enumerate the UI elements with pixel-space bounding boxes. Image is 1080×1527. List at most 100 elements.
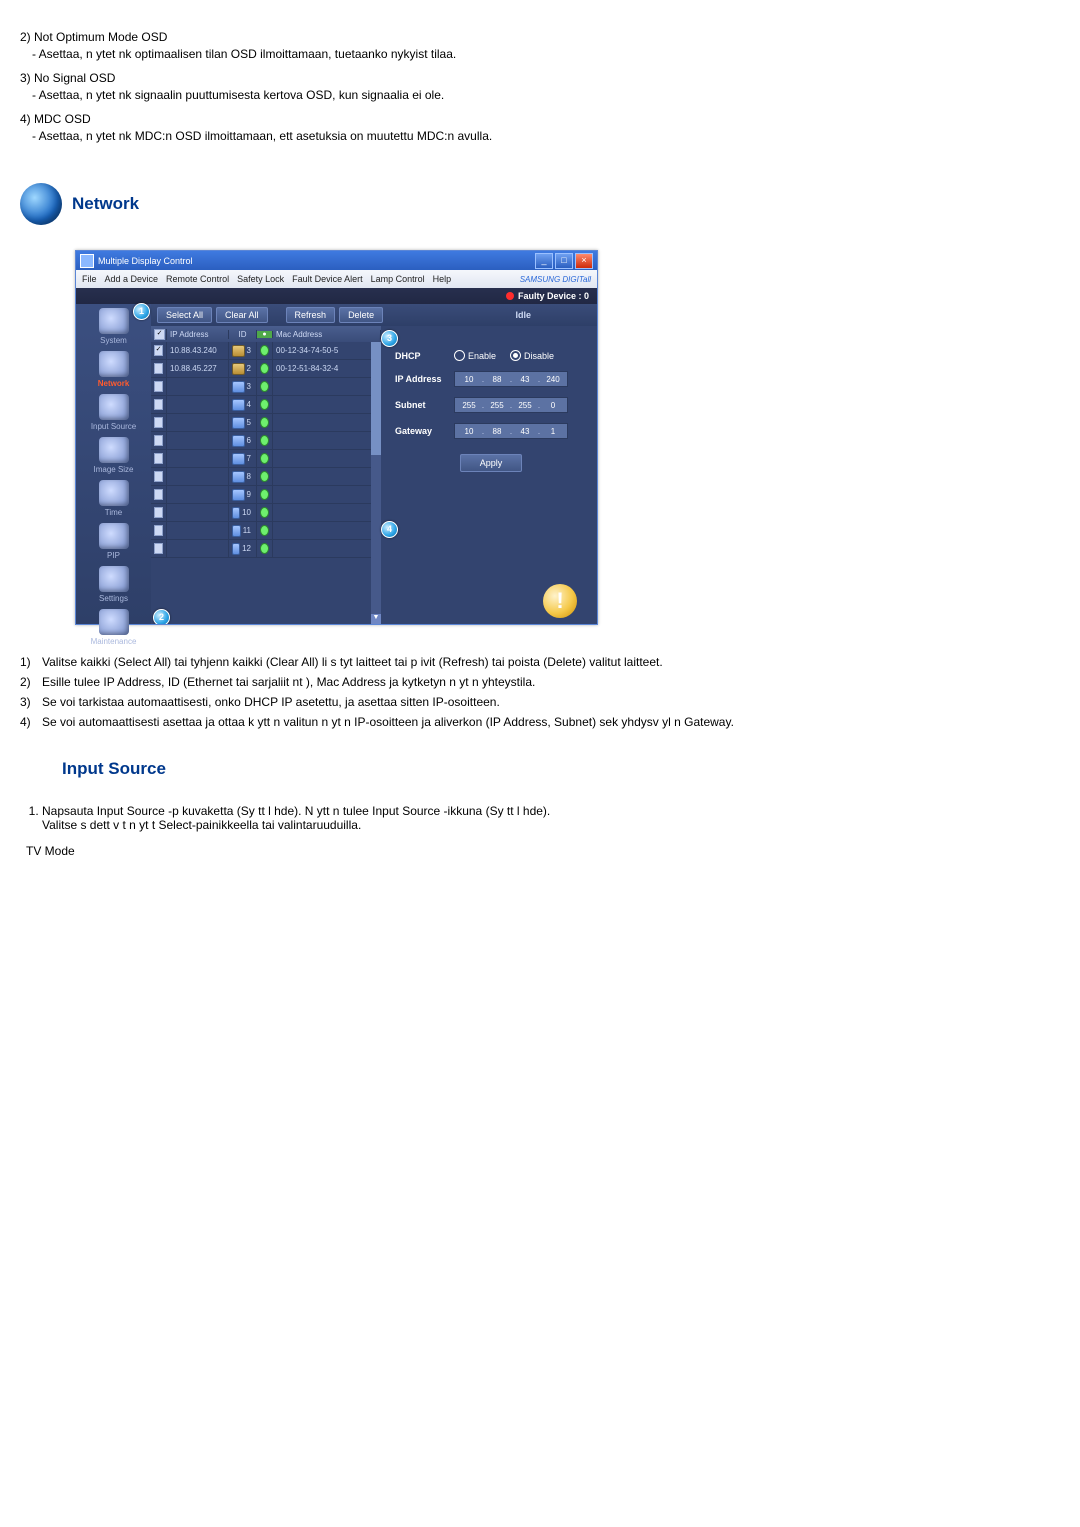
table-row[interactable]: 8 [151,468,381,486]
checkbox[interactable] [154,543,163,554]
doc-item-desc: - Asettaa, n ytet nk MDC:n OSD ilmoittam… [32,129,1060,143]
table-row[interactable]: 3 [151,378,381,396]
menu-item[interactable]: Lamp Control [371,274,425,284]
sidebar-item-time[interactable]: Time [80,480,148,517]
table-row[interactable]: 7 [151,450,381,468]
checkbox[interactable] [154,399,163,410]
select-all-button[interactable]: Select All [157,307,212,323]
row-id: 8 [229,468,257,485]
checkbox[interactable] [154,453,163,464]
checkbox[interactable] [154,345,163,356]
scroll-down-icon[interactable]: ▼ [371,614,381,624]
table-row[interactable]: 9 [151,486,381,504]
row-status [257,432,273,449]
ip-segment[interactable]: 255 [485,401,509,410]
row-check[interactable] [151,396,167,413]
menu-item[interactable]: Safety Lock [237,274,284,284]
row-check[interactable] [151,414,167,431]
gateway-input[interactable]: 10.88.43.1 [454,423,568,439]
ip-segment[interactable]: 10 [457,375,481,384]
ip-segment[interactable]: 43 [513,375,537,384]
row-check[interactable] [151,540,167,557]
clear-all-button[interactable]: Clear All [216,307,268,323]
ip-segment[interactable]: 255 [457,401,481,410]
status-dot-icon [260,507,269,518]
ip-segment[interactable]: 10 [457,427,481,436]
row-status [257,450,273,467]
header-checkbox[interactable] [154,329,165,340]
conn-icon [232,417,245,429]
ip-segment[interactable]: 43 [513,427,537,436]
info-icon: ! [543,584,577,618]
row-check[interactable] [151,360,167,377]
table-row[interactable]: 12 [151,540,381,558]
table-scrollbar[interactable]: ▲ ▼ [371,342,381,624]
checkbox[interactable] [154,489,163,500]
row-mac [273,432,381,449]
delete-button[interactable]: Delete [339,307,383,323]
minimize-button[interactable]: _ [535,253,553,269]
checkbox[interactable] [154,417,163,428]
row-id: 9 [229,486,257,503]
checkbox[interactable] [154,471,163,482]
row-status [257,396,273,413]
checkbox[interactable] [154,525,163,536]
scroll-thumb[interactable] [371,342,381,455]
faulty-dot-icon [506,292,514,300]
dhcp-enable-radio[interactable]: Enable [454,350,496,361]
row-mac [273,486,381,503]
menu-item[interactable]: Help [433,274,452,284]
th-mac: Mac Address [273,330,381,339]
row-check[interactable] [151,378,167,395]
row-check[interactable] [151,468,167,485]
ip-segment[interactable]: 240 [541,375,565,384]
ip-segment[interactable]: 88 [485,427,509,436]
sidebar-item-image-size[interactable]: Image Size [80,437,148,474]
checkbox[interactable] [154,507,163,518]
menu-item[interactable]: Remote Control [166,274,229,284]
checkbox[interactable] [154,381,163,392]
sidebar-item-settings[interactable]: Settings [80,566,148,603]
row-check[interactable] [151,450,167,467]
network-title: Network [72,194,139,214]
row-check[interactable] [151,522,167,539]
checkbox[interactable] [154,363,163,374]
th-check[interactable] [151,329,167,340]
table-row[interactable]: 4 [151,396,381,414]
table-row[interactable]: 10.88.43.240 3 00-12-34-74-50-5 [151,342,381,360]
apply-button[interactable]: Apply [460,454,522,472]
sidebar-item-input-source[interactable]: Input Source [80,394,148,431]
table-row[interactable]: 10.88.45.227 2 00-12-51-84-32-4 [151,360,381,378]
menu-item[interactable]: File [82,274,97,284]
row-id: 10 [229,504,257,521]
table-row[interactable]: 6 [151,432,381,450]
status-dot-icon [260,453,269,464]
sidebar-item-network[interactable]: Network [80,351,148,388]
row-check[interactable] [151,504,167,521]
close-button[interactable]: × [575,253,593,269]
maximize-button[interactable]: □ [555,253,573,269]
row-ip [167,486,229,503]
table-row[interactable]: 11 [151,522,381,540]
checkbox[interactable] [154,435,163,446]
dhcp-disable-radio[interactable]: Disable [510,350,554,361]
row-check[interactable] [151,342,167,359]
ip-segment[interactable]: 255 [513,401,537,410]
ip-segment[interactable]: 88 [485,375,509,384]
table-row[interactable]: 10 [151,504,381,522]
sidebar-item-maintenance[interactable]: Maintenance [80,609,148,646]
table-row[interactable]: 5 [151,414,381,432]
refresh-button[interactable]: Refresh [286,307,336,323]
subnet-input[interactable]: 255.255.255.0 [454,397,568,413]
row-check[interactable] [151,486,167,503]
ip-address-input[interactable]: 10.88.43.240 [454,371,568,387]
ip-segment[interactable]: 1 [541,427,565,436]
row-mac [273,468,381,485]
ip-segment[interactable]: 0 [541,401,565,410]
menu-item[interactable]: Add a Device [105,274,159,284]
row-check[interactable] [151,432,167,449]
menu-item[interactable]: Fault Device Alert [292,274,363,284]
sidebar-item-pip[interactable]: PIP [80,523,148,560]
row-status [257,540,273,557]
row-id: 12 [229,540,257,557]
